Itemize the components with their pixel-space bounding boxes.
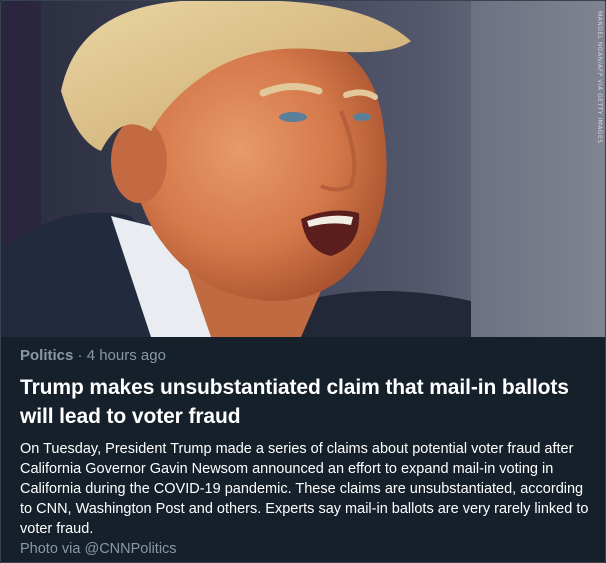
story-timestamp: 4 hours ago (86, 347, 166, 364)
story-summary: On Tuesday, President Trump made a serie… (20, 441, 589, 537)
photo-credit-watermark: MANDEL NGAN/AFP VIA GETTY IMAGES (596, 11, 603, 144)
story-photo[interactable]: MANDEL NGAN/AFP VIA GETTY IMAGES (1, 1, 605, 337)
story-content: Politics · 4 hours ago Trump makes unsub… (20, 346, 592, 559)
story-headline[interactable]: Trump makes unsubstantiated claim that m… (20, 373, 592, 431)
photo-credit[interactable]: Photo via @CNNPolitics (20, 539, 592, 559)
story-meta: Politics · 4 hours ago (20, 346, 592, 366)
story-photo-graphic (1, 1, 605, 337)
news-card[interactable]: MANDEL NGAN/AFP VIA GETTY IMAGES Politic… (0, 0, 606, 563)
story-category[interactable]: Politics (20, 347, 73, 364)
meta-separator: · (77, 347, 83, 364)
